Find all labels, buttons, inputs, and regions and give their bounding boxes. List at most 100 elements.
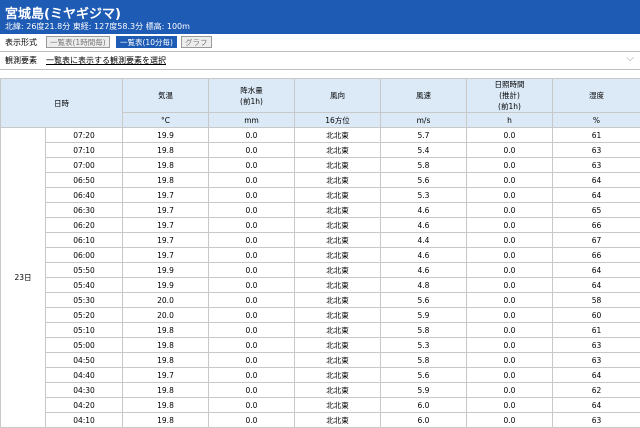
wind-speed-header: 風速 bbox=[381, 79, 467, 113]
station-name: 宮城島(ミヤギジマ) bbox=[5, 3, 121, 22]
humidity-cell: 63 bbox=[553, 413, 640, 428]
wind-direction-cell: 北北東 bbox=[295, 158, 381, 173]
table-row: 04:5019.80.0北北東5.80.063 bbox=[1, 353, 640, 368]
humidity-cell: 60 bbox=[553, 308, 640, 323]
table-row: 07:1019.80.0北北東5.40.063 bbox=[1, 143, 640, 158]
wind-direction-cell: 北北東 bbox=[295, 218, 381, 233]
wind-speed-cell: 5.8 bbox=[381, 353, 467, 368]
data-table-container: 日時 気温 降水量 (前1h) 風向 風速 日照時間 (推計) (前1h) 湿度… bbox=[0, 78, 640, 428]
sunshine-cell: 0.0 bbox=[467, 413, 553, 428]
wind-speed-cell: 6.0 bbox=[381, 398, 467, 413]
time-cell: 05:30 bbox=[46, 293, 123, 308]
table-row: 04:3019.80.0北北東5.90.062 bbox=[1, 383, 640, 398]
wind-speed-cell: 5.3 bbox=[381, 338, 467, 353]
humidity-unit: % bbox=[553, 113, 640, 128]
precipitation-header: 降水量 (前1h) bbox=[209, 79, 295, 113]
precipitation-cell: 0.0 bbox=[209, 218, 295, 233]
sunshine-cell: 0.0 bbox=[467, 203, 553, 218]
sunshine-cell: 0.0 bbox=[467, 248, 553, 263]
temperature-cell: 19.9 bbox=[123, 128, 209, 143]
humidity-cell: 61 bbox=[553, 128, 640, 143]
sunshine-cell: 0.0 bbox=[467, 398, 553, 413]
wind-speed-cell: 5.8 bbox=[381, 323, 467, 338]
graph-button[interactable]: グラフ bbox=[181, 36, 212, 48]
humidity-cell: 58 bbox=[553, 293, 640, 308]
temperature-cell: 19.8 bbox=[123, 323, 209, 338]
wind-direction-cell: 北北東 bbox=[295, 413, 381, 428]
wind-direction-cell: 北北東 bbox=[295, 398, 381, 413]
temperature-cell: 19.7 bbox=[123, 188, 209, 203]
observation-table-body: 23日07:2019.90.0北北東5.70.06107:1019.80.0北北… bbox=[1, 128, 640, 428]
date-time-header: 日時 bbox=[1, 79, 123, 128]
chevron-down-icon[interactable]: ⌵ bbox=[626, 53, 634, 64]
wind-speed-cell: 4.6 bbox=[381, 263, 467, 278]
temperature-cell: 20.0 bbox=[123, 293, 209, 308]
precipitation-header-label: 降水量 (前1h) bbox=[209, 85, 294, 107]
humidity-cell: 64 bbox=[553, 188, 640, 203]
table-row: 06:1019.70.0北北東4.40.067 bbox=[1, 233, 640, 248]
temperature-cell: 19.7 bbox=[123, 368, 209, 383]
humidity-cell: 63 bbox=[553, 338, 640, 353]
precipitation-cell: 0.0 bbox=[209, 413, 295, 428]
sunshine-cell: 0.0 bbox=[467, 158, 553, 173]
wind-direction-unit: 16方位 bbox=[295, 113, 381, 128]
time-cell: 05:20 bbox=[46, 308, 123, 323]
wind-speed-cell: 6.0 bbox=[381, 413, 467, 428]
wind-direction-cell: 北北東 bbox=[295, 293, 381, 308]
time-cell: 07:00 bbox=[46, 158, 123, 173]
precipitation-cell: 0.0 bbox=[209, 248, 295, 263]
sunshine-cell: 0.0 bbox=[467, 383, 553, 398]
precipitation-cell: 0.0 bbox=[209, 263, 295, 278]
wind-direction-cell: 北北東 bbox=[295, 248, 381, 263]
precipitation-cell: 0.0 bbox=[209, 383, 295, 398]
wind-direction-cell: 北北東 bbox=[295, 323, 381, 338]
precipitation-cell: 0.0 bbox=[209, 233, 295, 248]
table-row: 07:0019.80.0北北東5.80.063 bbox=[1, 158, 640, 173]
wind-speed-cell: 5.7 bbox=[381, 128, 467, 143]
temperature-cell: 19.8 bbox=[123, 143, 209, 158]
table-row: 06:2019.70.0北北東4.60.066 bbox=[1, 218, 640, 233]
table-row: 04:1019.80.0北北東6.00.063 bbox=[1, 413, 640, 428]
humidity-header: 湿度 bbox=[553, 79, 640, 113]
humidity-cell: 62 bbox=[553, 383, 640, 398]
ten-minute-table-button[interactable]: 一覧表(10分毎) bbox=[116, 36, 177, 48]
table-row: 04:4019.70.0北北東5.60.064 bbox=[1, 368, 640, 383]
humidity-cell: 66 bbox=[553, 218, 640, 233]
precipitation-cell: 0.0 bbox=[209, 338, 295, 353]
wind-direction-cell: 北北東 bbox=[295, 368, 381, 383]
temperature-cell: 19.8 bbox=[123, 173, 209, 188]
precipitation-cell: 0.0 bbox=[209, 173, 295, 188]
sunshine-cell: 0.0 bbox=[467, 173, 553, 188]
precipitation-cell: 0.0 bbox=[209, 158, 295, 173]
precipitation-cell: 0.0 bbox=[209, 353, 295, 368]
table-row: 05:5019.90.0北北東4.60.064 bbox=[1, 263, 640, 278]
time-cell: 06:00 bbox=[46, 248, 123, 263]
time-cell: 06:20 bbox=[46, 218, 123, 233]
humidity-cell: 63 bbox=[553, 353, 640, 368]
temperature-cell: 19.8 bbox=[123, 158, 209, 173]
time-cell: 06:10 bbox=[46, 233, 123, 248]
display-format-label: 表示形式 bbox=[5, 37, 37, 48]
hourly-table-button[interactable]: 一覧表(1時間毎) bbox=[46, 36, 110, 48]
wind-direction-cell: 北北東 bbox=[295, 338, 381, 353]
time-cell: 07:10 bbox=[46, 143, 123, 158]
table-row: 05:1019.80.0北北東5.80.061 bbox=[1, 323, 640, 338]
wind-direction-header: 風向 bbox=[295, 79, 381, 113]
temperature-unit: °C bbox=[123, 113, 209, 128]
sunshine-cell: 0.0 bbox=[467, 353, 553, 368]
temperature-cell: 19.9 bbox=[123, 278, 209, 293]
wind-speed-cell: 5.9 bbox=[381, 308, 467, 323]
table-row: 06:0019.70.0北北東4.60.066 bbox=[1, 248, 640, 263]
time-cell: 06:30 bbox=[46, 203, 123, 218]
precipitation-cell: 0.0 bbox=[209, 368, 295, 383]
time-cell: 04:10 bbox=[46, 413, 123, 428]
temperature-cell: 19.8 bbox=[123, 383, 209, 398]
precipitation-cell: 0.0 bbox=[209, 203, 295, 218]
station-header: 宮城島(ミヤギジマ) 北緯: 26度21.8分 東経: 127度58.3分 標高… bbox=[0, 0, 640, 34]
temperature-cell: 19.9 bbox=[123, 263, 209, 278]
wind-direction-cell: 北北東 bbox=[295, 203, 381, 218]
humidity-cell: 64 bbox=[553, 173, 640, 188]
observation-elements-select[interactable]: 一覧表に表示する観測要素を選択 bbox=[46, 55, 166, 66]
wind-direction-cell: 北北東 bbox=[295, 308, 381, 323]
observation-elements-row[interactable]: 観測要素 一覧表に表示する観測要素を選択 ⌵ bbox=[0, 52, 640, 70]
